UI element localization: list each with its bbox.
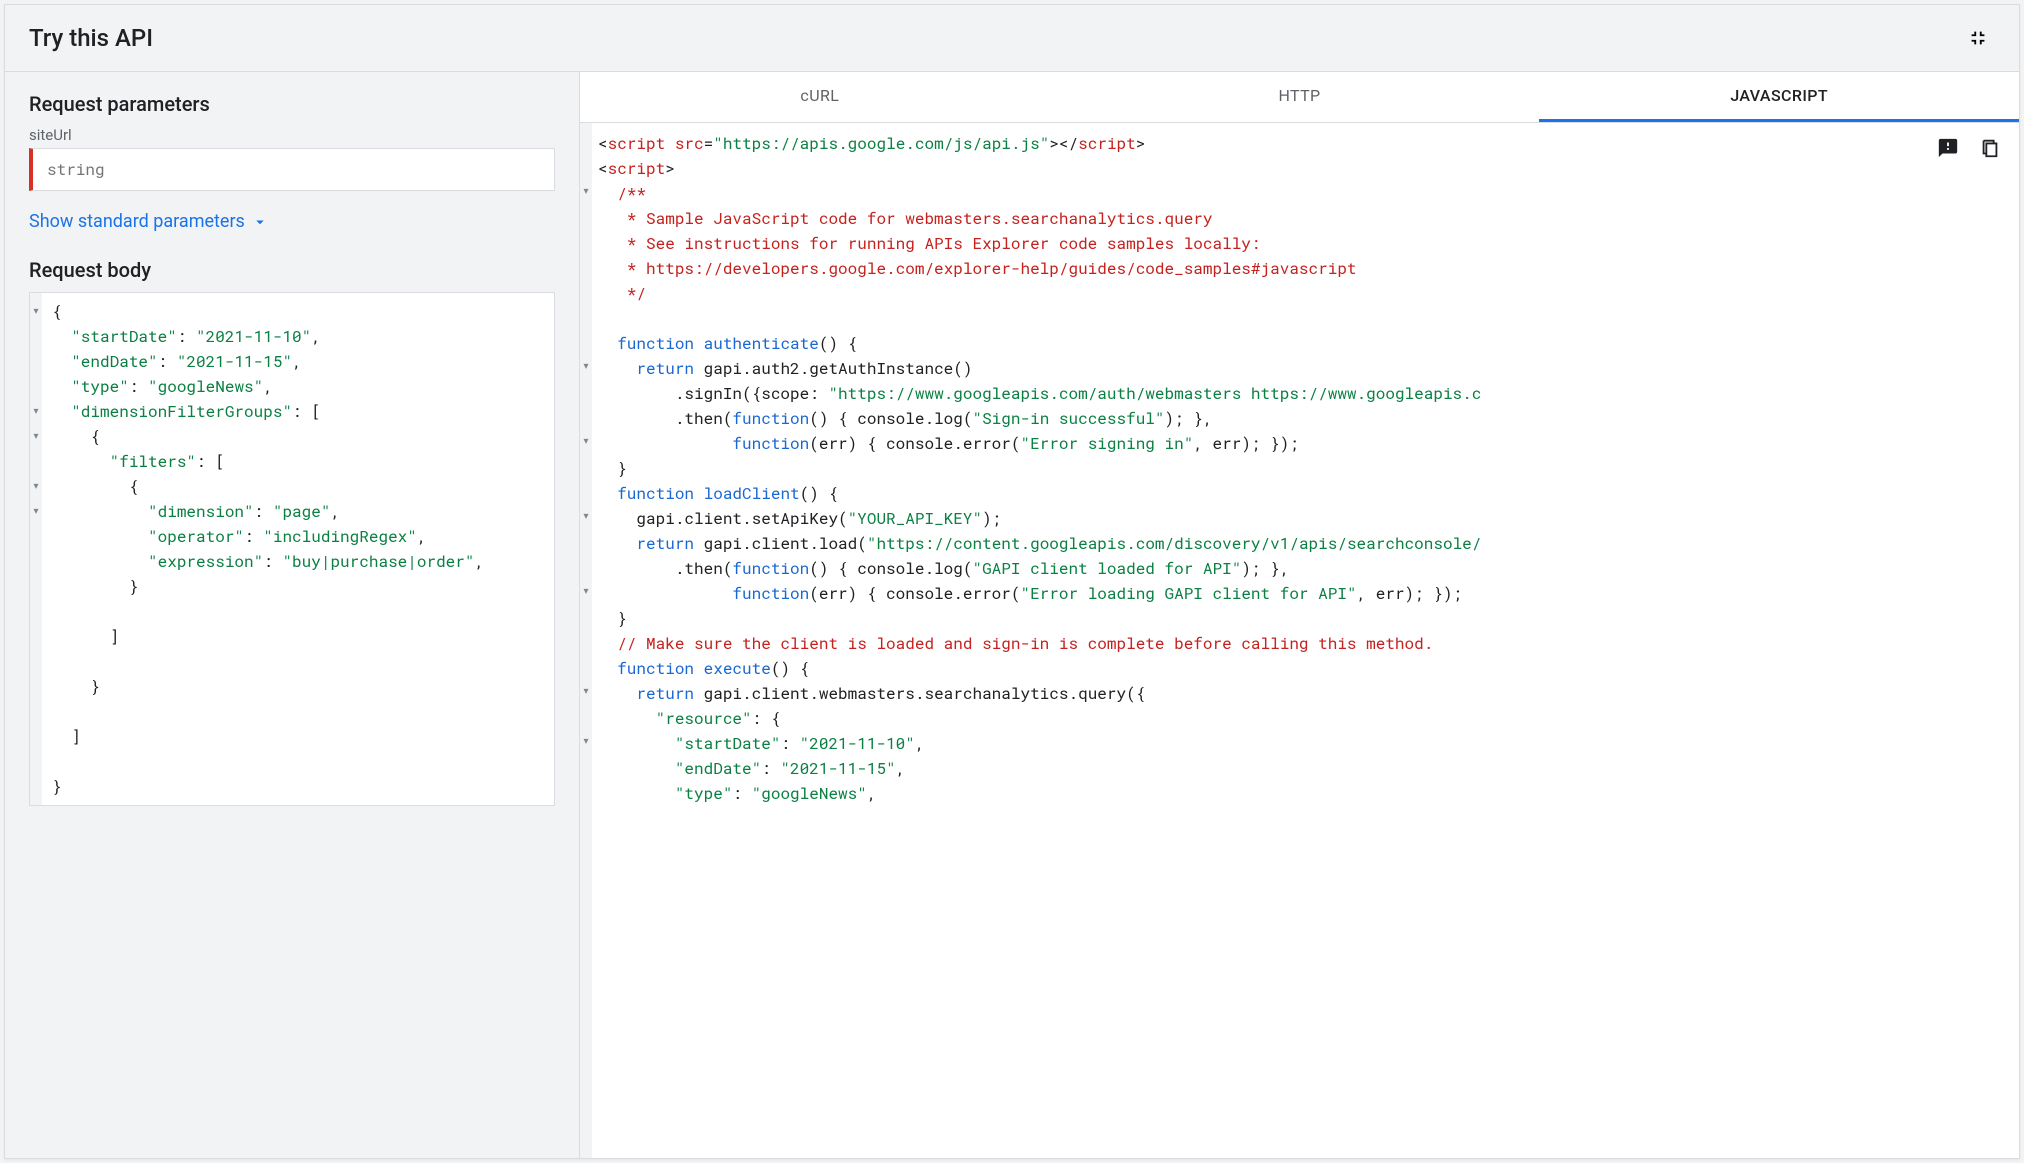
json-operator: "includingRegex" [263, 526, 417, 547]
show-standard-label: Show standard parameters [29, 211, 245, 232]
feedback-button[interactable] [1931, 131, 1965, 165]
code-sample-area: ▾ ▾▾ ▾▾ ▾▾ <script src="https://apis.goo… [580, 123, 2019, 1158]
chevron-down-icon [251, 213, 269, 231]
right-pane: cURL HTTP JAVASCRIPT ▾ ▾▾ ▾▾ ▾▾ [580, 72, 2019, 1158]
show-standard-parameters-link[interactable]: Show standard parameters [29, 211, 269, 232]
api-explorer-panel: Try this API Request parameters siteUrl … [4, 4, 2020, 1159]
feedback-icon [1937, 137, 1959, 159]
param-siteurl-input[interactable] [29, 148, 555, 191]
section-title-body: Request body [29, 258, 555, 282]
copy-button[interactable] [1973, 131, 2007, 165]
fullscreen-exit-icon [1967, 27, 1989, 49]
request-body-editor[interactable]: ▾ ▾▾ ▾▾ { "startDate": "2021-11-10", "en… [29, 292, 555, 806]
editor-gutter: ▾ ▾▾ ▾▾ [30, 293, 42, 805]
tab-http[interactable]: HTTP [1060, 72, 1540, 122]
code-actions [1931, 131, 2007, 165]
request-body-json[interactable]: { "startDate": "2021-11-10", "endDate": … [42, 293, 554, 805]
code-gutter: ▾ ▾▾ ▾▾ ▾▾ [580, 123, 592, 1158]
section-title-params: Request parameters [29, 92, 555, 116]
json-enddate: "2021-11-15" [177, 351, 292, 372]
code-sample[interactable]: <script src="https://apis.google.com/js/… [592, 123, 2019, 1158]
panel-title: Try this API [29, 24, 153, 52]
json-dimension: "page" [273, 501, 331, 522]
tab-javascript[interactable]: JAVASCRIPT [1539, 72, 2019, 122]
copy-icon [1979, 137, 2001, 159]
param-siteurl-label: siteUrl [29, 126, 555, 144]
panel-body: Request parameters siteUrl Show standard… [5, 72, 2019, 1158]
json-expression: "buy|purchase|order" [282, 551, 474, 572]
left-pane: Request parameters siteUrl Show standard… [5, 72, 580, 1158]
json-type: "googleNews" [148, 376, 263, 397]
panel-header: Try this API [5, 5, 2019, 72]
code-tabs: cURL HTTP JAVASCRIPT [580, 72, 2019, 123]
fullscreen-exit-button[interactable] [1961, 21, 1995, 55]
json-startdate: "2021-11-10" [196, 326, 311, 347]
tab-curl[interactable]: cURL [580, 72, 1060, 122]
